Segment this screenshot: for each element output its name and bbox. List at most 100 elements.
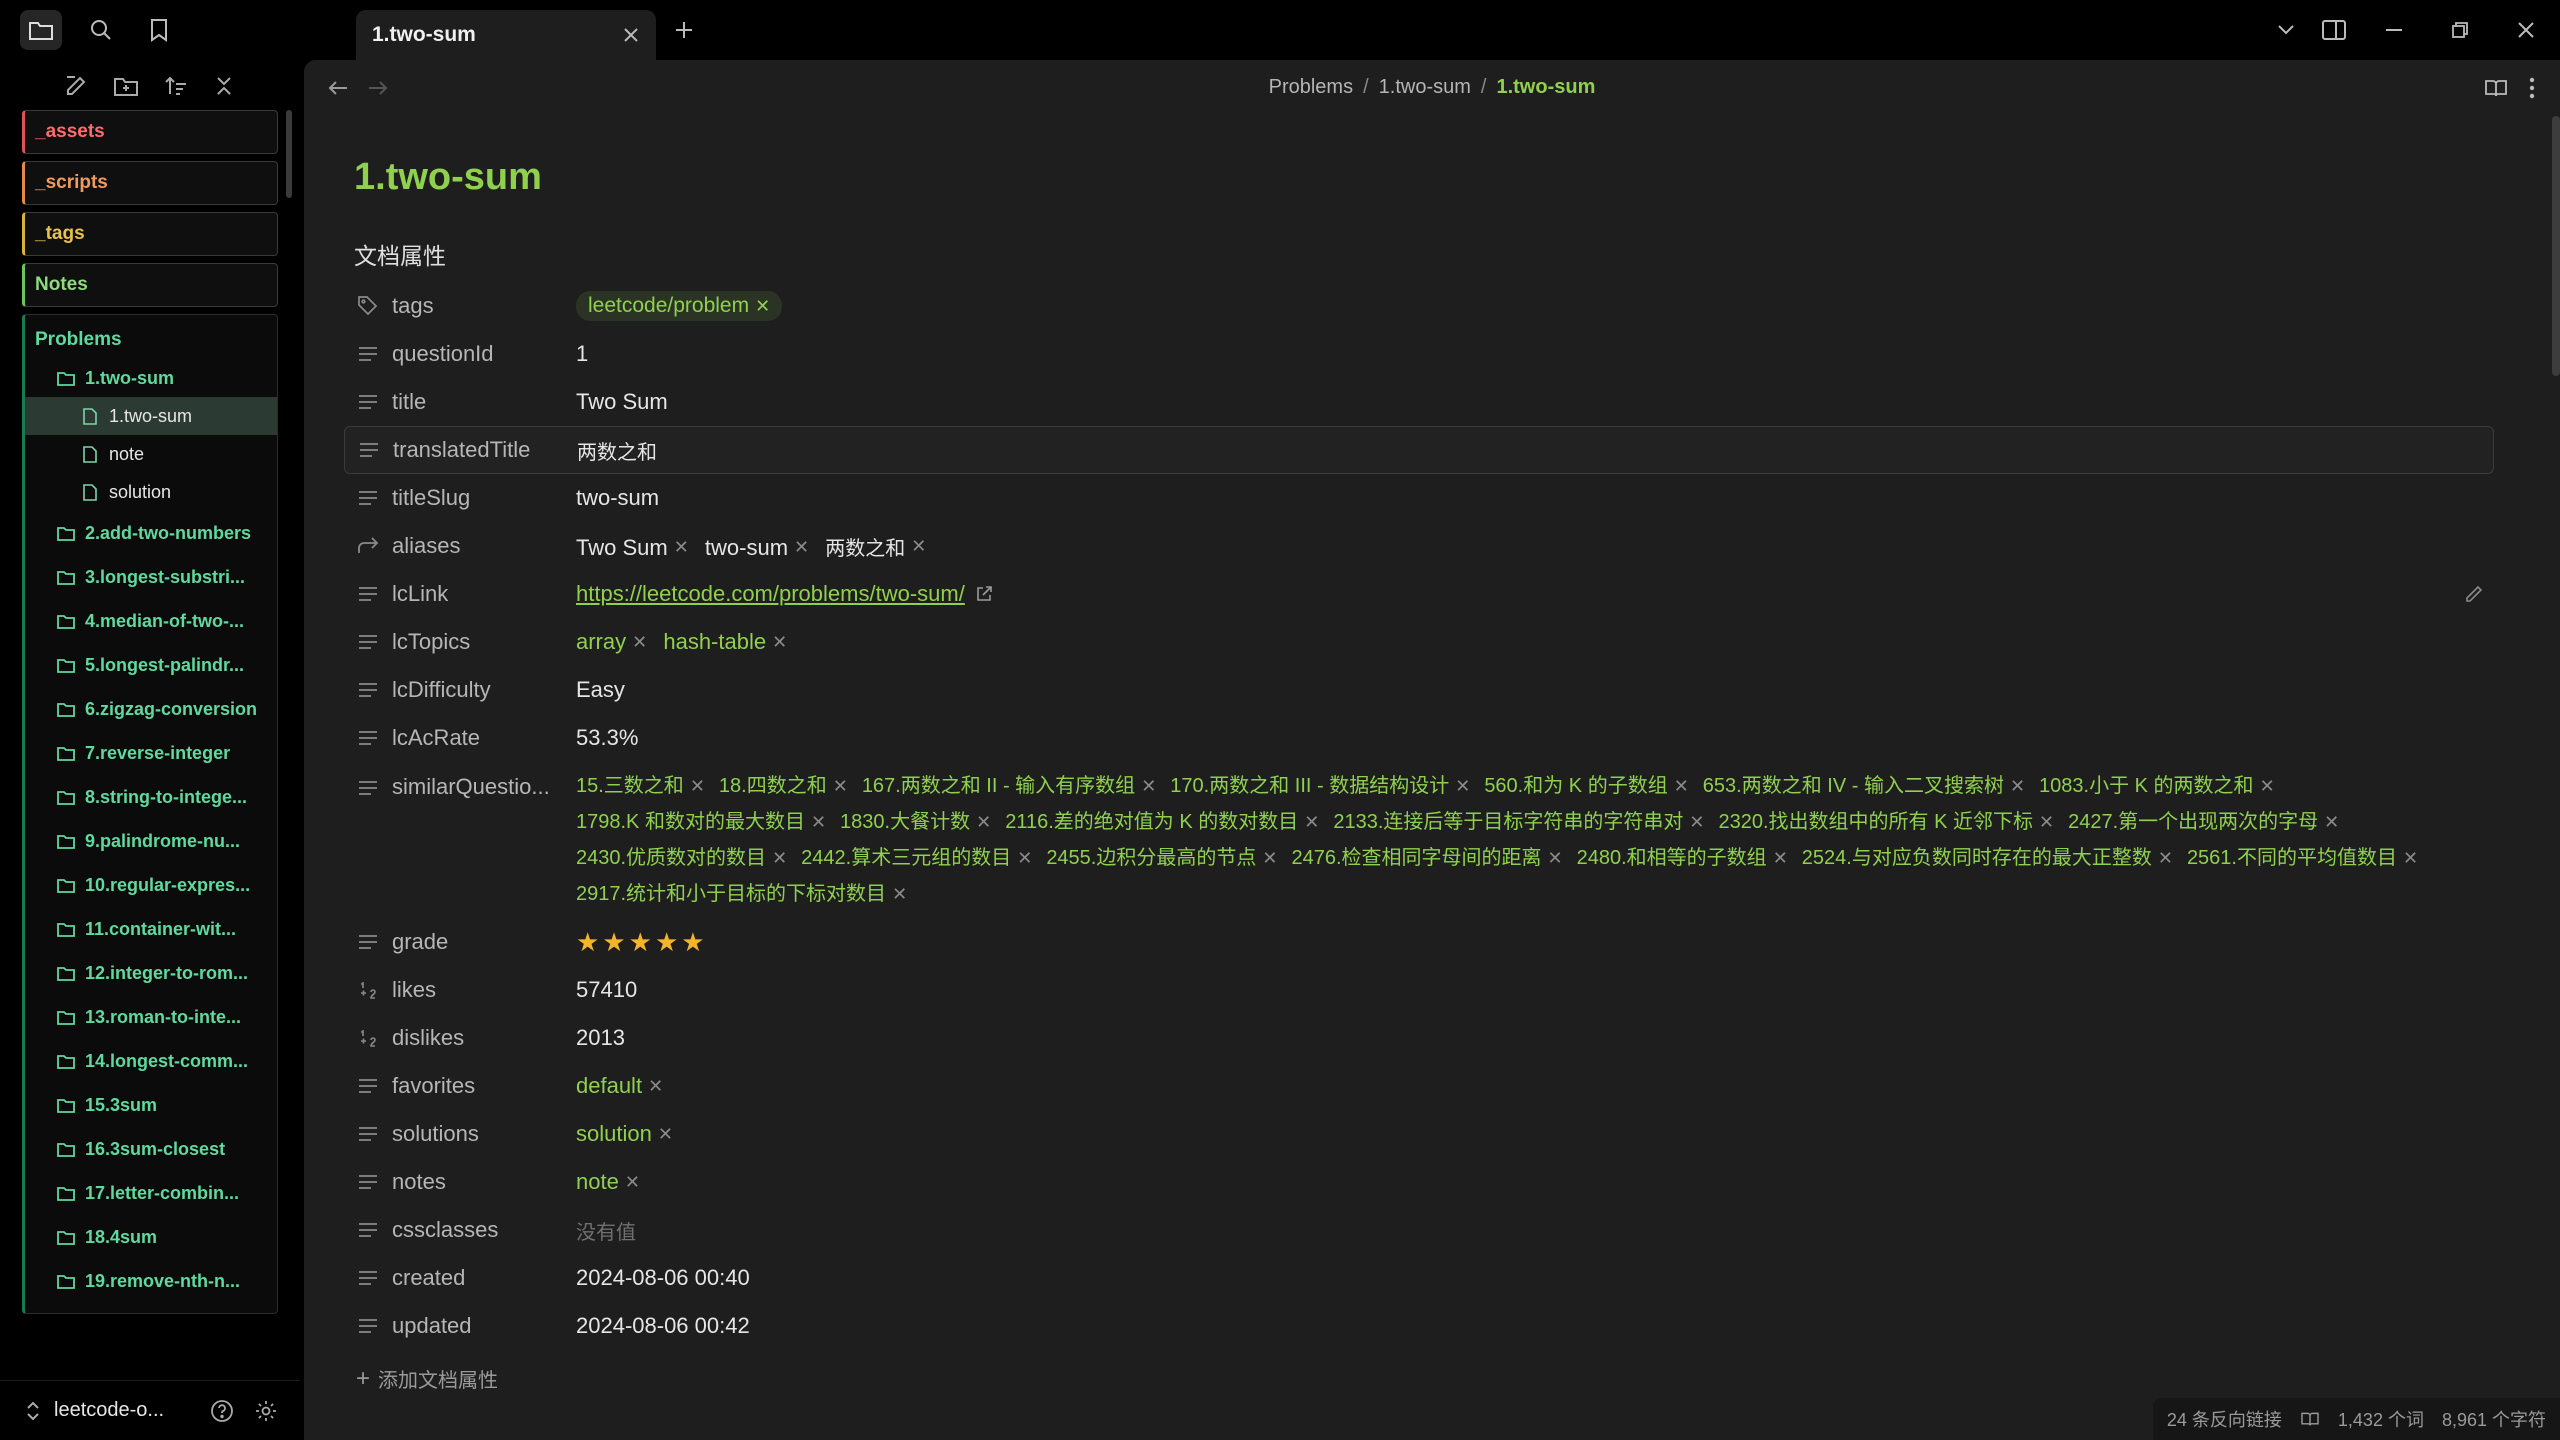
property-favorites[interactable]: favorites default ✕ <box>344 1062 2494 1110</box>
star-rating[interactable]: ★ ★ ★ ★ ★ <box>576 927 708 958</box>
property-notes[interactable]: notes note ✕ <box>344 1158 2494 1206</box>
property-key[interactable]: titleSlug <box>392 485 562 511</box>
property-key[interactable]: likes <box>392 977 562 1003</box>
topic-pill[interactable]: array ✕ <box>576 629 647 655</box>
settings-gear-icon[interactable] <box>252 1397 280 1425</box>
chevron-down-icon[interactable] <box>2268 12 2304 48</box>
folder-item[interactable]: 8.string-to-intege... <box>25 775 277 819</box>
remove-icon[interactable]: ✕ <box>833 768 848 804</box>
file-item-active[interactable]: 1.two-sum <box>25 397 277 435</box>
property-key[interactable]: tags <box>392 293 562 319</box>
folder-scripts[interactable]: _scripts <box>22 161 278 205</box>
star-icon[interactable]: ★ <box>602 927 625 957</box>
remove-icon[interactable]: ✕ <box>772 632 787 653</box>
folder-item[interactable]: 16.3sum-closest <box>25 1127 277 1171</box>
property-titleSlug[interactable]: titleSlug two-sum <box>344 474 2494 522</box>
similar-question-pill[interactable]: 1798.K 和数对的最大数目 ✕ <box>576 804 826 840</box>
similar-question-pill[interactable]: 2133.连接后等于目标字符串的字符串对 ✕ <box>1333 804 1704 840</box>
property-aliases[interactable]: aliases Two Sum ✕ two-sum ✕ 两数之和 ✕ <box>344 522 2494 570</box>
remove-icon[interactable]: ✕ <box>632 632 647 653</box>
topic-pill[interactable]: hash-table ✕ <box>663 629 787 655</box>
breadcrumb-item[interactable]: Problems <box>1269 76 1353 99</box>
sort-icon[interactable] <box>158 68 194 104</box>
property-similarQuestions[interactable]: similarQuestio... 15.三数之和 ✕ 18.四数之和 ✕ 167.两数… <box>344 762 2494 918</box>
similar-question-pill[interactable]: 2430.优质数对的数目 ✕ <box>576 840 787 876</box>
property-key[interactable]: aliases <box>392 533 562 559</box>
remove-icon[interactable]: ✕ <box>2324 804 2339 840</box>
remove-icon[interactable]: ✕ <box>625 1172 640 1193</box>
property-value[interactable]: 2024-08-06 00:40 <box>576 1265 750 1291</box>
similar-question-pill[interactable]: 1083.小于 K 的两数之和 ✕ <box>2039 768 2275 804</box>
files-icon[interactable] <box>20 10 62 50</box>
property-dislikes[interactable]: dislikes 2013 <box>344 1014 2494 1062</box>
remove-icon[interactable]: ✕ <box>2010 768 2025 804</box>
tag-pill[interactable]: leetcode/problem ✕ <box>576 291 783 321</box>
folder-item[interactable]: 17.letter-combin... <box>25 1171 277 1215</box>
property-questionId[interactable]: questionId 1 <box>344 330 2494 378</box>
reading-view-icon[interactable] <box>2478 70 2514 106</box>
vault-switcher[interactable]: leetcode-o... <box>0 1380 300 1440</box>
help-icon[interactable] <box>208 1397 236 1425</box>
search-icon[interactable] <box>80 10 122 50</box>
property-key[interactable]: notes <box>392 1169 562 1195</box>
similar-question-pill[interactable]: 2320.找出数组中的所有 K 近邻下标 ✕ <box>1718 804 2054 840</box>
remove-icon[interactable]: ✕ <box>811 804 826 840</box>
folder-tags[interactable]: _tags <box>22 212 278 256</box>
property-value[interactable]: 2013 <box>576 1025 625 1051</box>
property-key[interactable]: lcAcRate <box>392 725 562 751</box>
folder-assets[interactable]: _assets <box>22 110 278 154</box>
property-likes[interactable]: likes 57410 <box>344 966 2494 1014</box>
property-created[interactable]: created 2024-08-06 00:40 <box>344 1254 2494 1302</box>
star-icon[interactable]: ★ <box>576 927 599 957</box>
minimize-icon[interactable] <box>2376 12 2412 48</box>
similar-question-pill[interactable]: 18.四数之和 ✕ <box>719 768 848 804</box>
property-value[interactable]: 1 <box>576 341 588 367</box>
folder-item[interactable]: 3.longest-substri... <box>25 555 277 599</box>
alias-pill[interactable]: 两数之和 ✕ <box>825 532 926 561</box>
editor-scrollbar[interactable] <box>2552 116 2560 376</box>
page-title[interactable]: 1.two-sum <box>354 156 542 199</box>
similar-question-pill[interactable]: 653.两数之和 IV - 输入二叉搜索树 ✕ <box>1703 768 2025 804</box>
property-value[interactable]: 53.3% <box>576 725 638 751</box>
folder-item[interactable]: 6.zigzag-conversion <box>25 687 277 731</box>
sidebar-scrollbar[interactable] <box>286 110 292 198</box>
remove-icon[interactable]: ✕ <box>976 804 991 840</box>
folder-item[interactable]: 20.valid-parenthe... <box>25 1303 277 1313</box>
properties-heading[interactable]: 文档属性 <box>354 237 446 271</box>
folder-item[interactable]: 2.add-two-numbers <box>25 511 277 555</box>
similar-question-pill[interactable]: 2116.差的绝对值为 K 的数对数目 ✕ <box>1005 804 1319 840</box>
reading-mode-icon[interactable] <box>2300 1409 2320 1430</box>
property-grade[interactable]: grade ★ ★ ★ ★ ★ <box>344 918 2494 966</box>
remove-icon[interactable]: ✕ <box>911 536 926 557</box>
similar-question-pill[interactable]: 2480.和相等的子数组 ✕ <box>1577 840 1788 876</box>
similar-question-pill[interactable]: 2455.边积分最高的节点 ✕ <box>1046 840 1277 876</box>
property-translatedTitle[interactable]: translatedTitle 两数之和 <box>344 426 2494 474</box>
property-key[interactable]: translatedTitle <box>393 437 563 463</box>
new-folder-icon[interactable] <box>108 68 144 104</box>
new-tab-icon[interactable] <box>668 14 700 46</box>
add-property-button[interactable]: + 添加文档属性 <box>356 1364 498 1393</box>
property-value[interactable]: two-sum <box>576 485 659 511</box>
property-key[interactable]: lcLink <box>392 581 562 607</box>
restore-icon[interactable] <box>2442 12 2478 48</box>
property-value[interactable]: 57410 <box>576 977 637 1003</box>
property-lcLink[interactable]: lcLink https://leetcode.com/problems/two… <box>344 570 2494 618</box>
remove-icon[interactable]: ✕ <box>658 1124 673 1145</box>
remove-icon[interactable]: ✕ <box>2260 768 2275 804</box>
collapse-all-icon[interactable] <box>206 68 242 104</box>
file-item-solution[interactable]: solution <box>25 473 277 511</box>
property-lcAcRate[interactable]: lcAcRate 53.3% <box>344 714 2494 762</box>
property-key[interactable]: questionId <box>392 341 562 367</box>
property-key[interactable]: grade <box>392 929 562 955</box>
breadcrumb-item[interactable]: 1.two-sum <box>1379 76 1471 99</box>
property-key[interactable]: solutions <box>392 1121 562 1147</box>
similar-question-pill[interactable]: 2476.检查相同字母间的距离 ✕ <box>1291 840 1562 876</box>
star-icon[interactable]: ★ <box>681 927 704 957</box>
property-key[interactable]: updated <box>392 1313 562 1339</box>
file-item-note[interactable]: note <box>25 435 277 473</box>
star-icon[interactable]: ★ <box>629 927 652 957</box>
property-lcTopics[interactable]: lcTopics array ✕ hash-table ✕ <box>344 618 2494 666</box>
similar-question-pill[interactable]: 2427.第一个出现两次的字母 ✕ <box>2068 804 2339 840</box>
remove-icon[interactable]: ✕ <box>1548 840 1563 876</box>
property-key[interactable]: similarQuestio... <box>392 774 562 800</box>
